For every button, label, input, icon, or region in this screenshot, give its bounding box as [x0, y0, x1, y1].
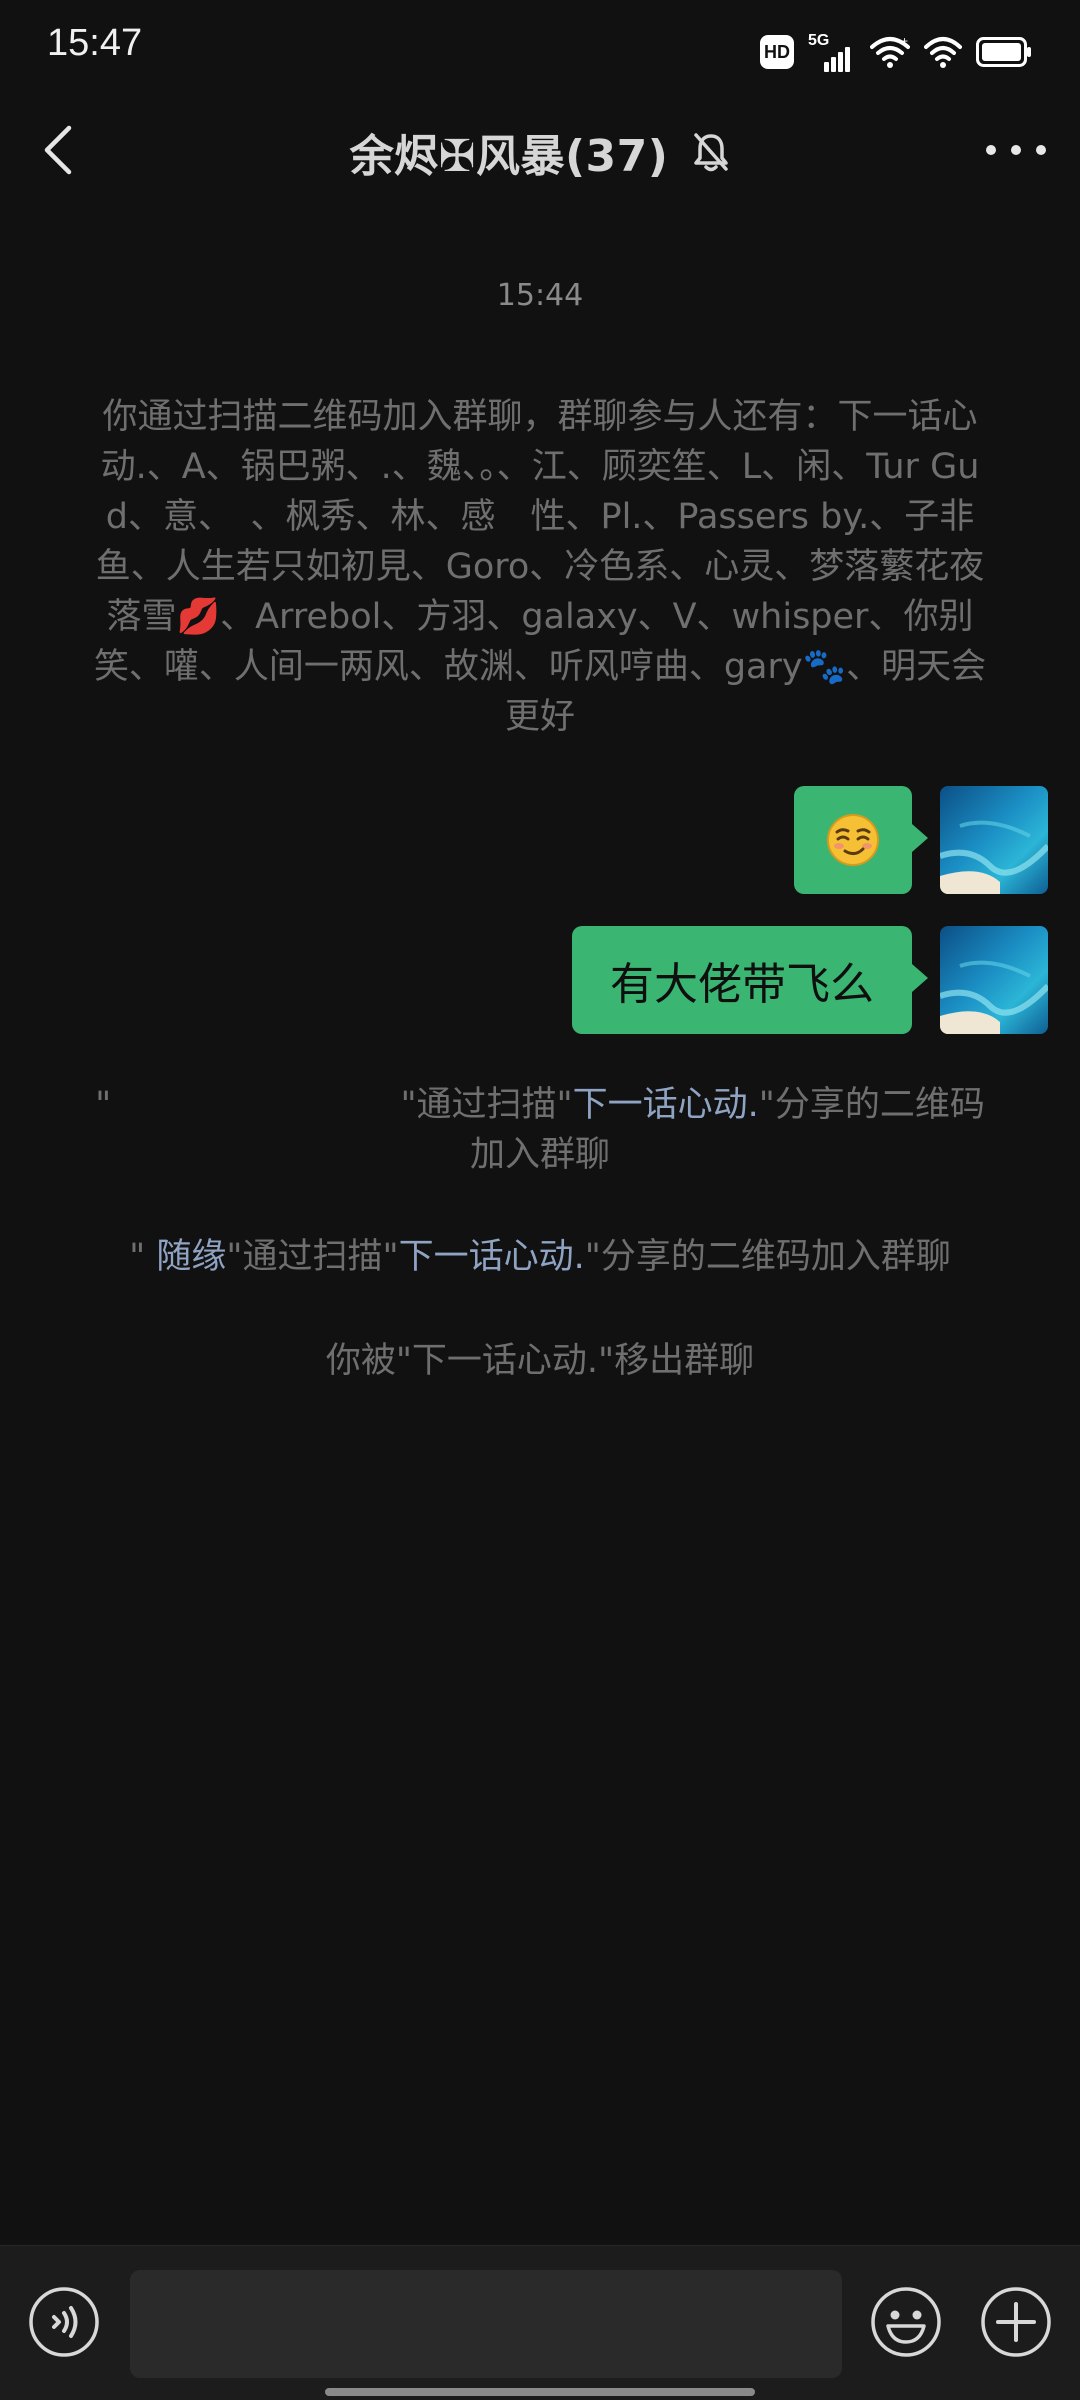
smirk-emoji-icon	[827, 814, 879, 866]
plus-icon[interactable]	[980, 2286, 1052, 2358]
more-dots-icon[interactable]	[986, 130, 1046, 170]
message-timestamp: 15:44	[496, 278, 584, 313]
join-system-message: 你通过扫描二维码加入群聊，群聊参与人还有：下一话心动.、A、锅巴粥、.、魏、。、…	[93, 397, 987, 737]
scan-prefix: " "通过扫描"	[95, 1085, 573, 1125]
home-indicator[interactable]	[325, 2388, 755, 2396]
avatar[interactable]	[940, 926, 1048, 1034]
scan-prefix: "	[129, 1237, 157, 1277]
network-label: 5G	[808, 32, 830, 49]
scan-join-system-message: " "通过扫描"下一话心动."分享的二维码加入群聊	[88, 1080, 992, 1180]
outgoing-message-text: 有大佬带飞么	[572, 926, 1048, 1034]
inviter-link[interactable]: 下一话心动.	[573, 1085, 759, 1125]
input-bar	[0, 2245, 1080, 2400]
status-icons: HD 5G +	[760, 30, 1032, 74]
message-input[interactable]	[130, 2270, 842, 2378]
removed-system-message: 你被"下一话心动."移出群聊	[325, 1341, 755, 1381]
outgoing-message-emoji	[794, 786, 1048, 894]
chat-header: 余烬✠风暴(37)	[0, 100, 1080, 200]
avatar[interactable]	[940, 786, 1048, 894]
message-bubble[interactable]: 有大佬带飞么	[572, 926, 928, 1034]
svg-text:+: +	[901, 35, 908, 48]
wifi-icon	[924, 37, 962, 68]
scan-middle: "通过扫描"	[226, 1237, 399, 1277]
message-bubble[interactable]	[794, 786, 928, 894]
chat-screen: 15:47 HD 5G + 余烬✠风暴(37) 15:44 你通过扫描二维码加入…	[0, 0, 1080, 2400]
5g-signal-icon: 5G	[808, 32, 856, 72]
battery-icon	[976, 37, 1031, 67]
wifi-plus-icon: +	[870, 35, 910, 68]
status-time: 15:47	[47, 22, 143, 64]
message-list[interactable]: 15:44 你通过扫描二维码加入群聊，群聊参与人还有：下一话心动.、A、锅巴粥、…	[0, 200, 1080, 2245]
voice-icon[interactable]	[28, 2286, 100, 2358]
emoji-icon[interactable]	[870, 2286, 942, 2358]
scan-suffix: "分享的二维码加入群聊	[584, 1237, 951, 1277]
chat-title[interactable]: 余烬✠风暴(37)	[350, 120, 669, 184]
member-link[interactable]: 随缘	[156, 1237, 226, 1277]
status-bar: 15:47 HD 5G +	[0, 0, 1080, 100]
title-group: 余烬✠风暴(37)	[0, 120, 1080, 184]
mute-bell-icon	[694, 133, 729, 172]
hd-icon: HD	[760, 35, 794, 69]
inviter-link[interactable]: 下一话心动.	[399, 1237, 585, 1277]
scan-join-system-message: " 随缘"通过扫描"下一话心动."分享的二维码加入群聊	[88, 1232, 992, 1282]
